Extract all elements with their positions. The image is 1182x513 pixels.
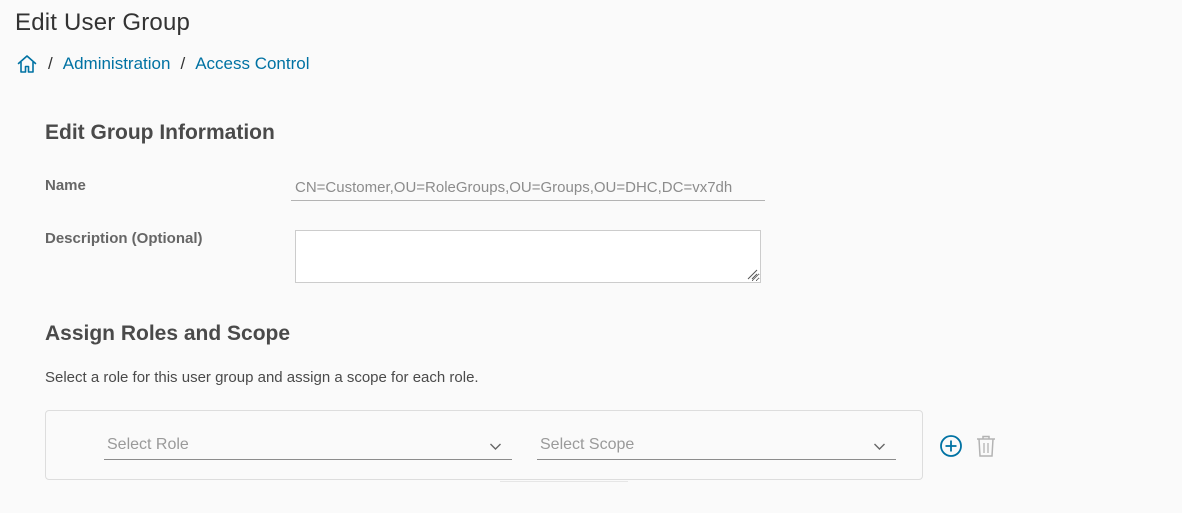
page-title: Edit User Group — [15, 9, 191, 36]
select-role-placeholder: Select Role — [107, 436, 189, 453]
roles-helper-text: Select a role for this user group and as… — [45, 369, 479, 386]
delete-role-trash-icon[interactable] — [975, 434, 997, 458]
description-label: Description (Optional) — [45, 230, 203, 247]
name-label: Name — [45, 177, 86, 194]
chevron-down-icon — [874, 443, 885, 450]
breadcrumb-administration-link[interactable]: Administration — [63, 54, 171, 74]
breadcrumb-separator: / — [48, 54, 53, 73]
name-field[interactable]: CN=Customer,OU=RoleGroups,OU=Groups,OU=D… — [291, 174, 765, 201]
add-role-plus-circle-icon[interactable] — [939, 434, 963, 458]
select-role-dropdown[interactable]: Select Role — [104, 433, 512, 460]
assign-roles-heading: Assign Roles and Scope — [45, 322, 291, 345]
breadcrumb-separator: / — [180, 54, 186, 73]
description-textarea[interactable] — [295, 230, 761, 283]
breadcrumb: / Administration / Access Control — [16, 52, 310, 76]
divider — [500, 481, 628, 482]
home-icon[interactable] — [16, 53, 38, 75]
breadcrumb-access-control-link[interactable]: Access Control — [195, 54, 309, 74]
chevron-down-icon — [490, 443, 501, 450]
edit-group-information-heading: Edit Group Information — [45, 121, 275, 144]
select-scope-dropdown[interactable]: Select Scope — [537, 433, 896, 460]
select-scope-placeholder: Select Scope — [540, 436, 635, 453]
